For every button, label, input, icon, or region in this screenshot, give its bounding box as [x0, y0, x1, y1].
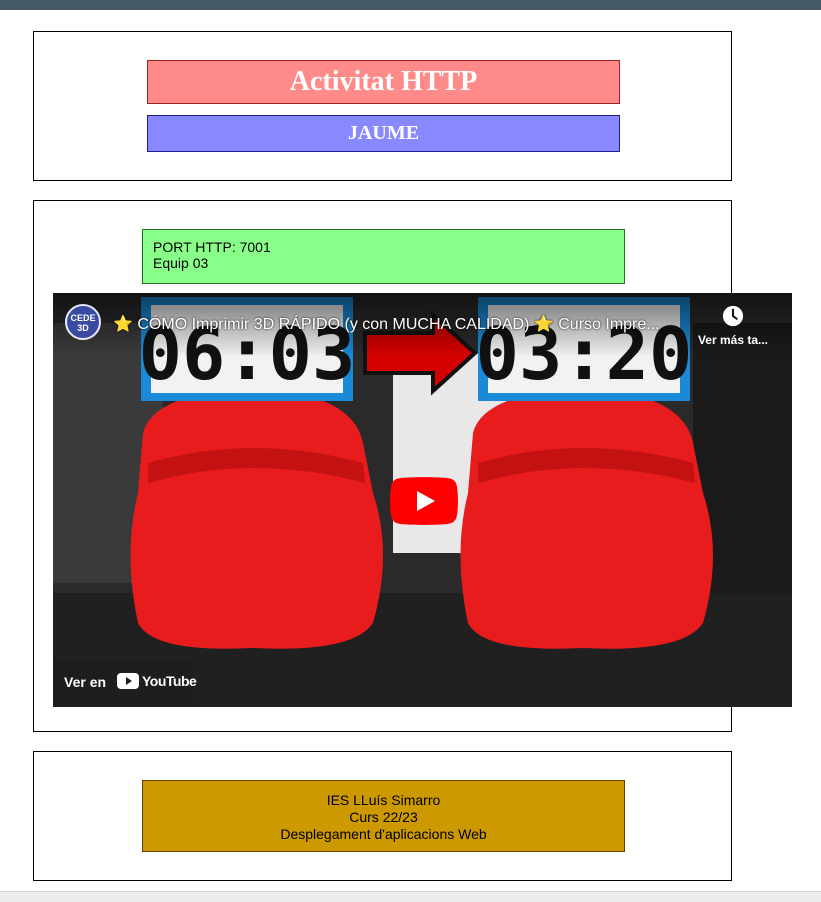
- server-info-box: PORT HTTP: 7001 Equip 03: [142, 229, 625, 284]
- team-line: Equip 03: [153, 255, 209, 271]
- youtube-wordmark: YouTube: [142, 673, 197, 689]
- video-title-suffix: Curso Impre...: [558, 316, 660, 333]
- star-icon: ⭐: [533, 316, 554, 333]
- play-icon[interactable]: [390, 477, 458, 525]
- footer-section: IES LLuís Simarro Curs 22/23 Desplegamen…: [33, 751, 732, 881]
- video-title[interactable]: ⭐ CÓMO Imprimir 3D RÁPIDO (y con MUCHA C…: [113, 314, 688, 334]
- page-title: Activitat HTTP: [147, 60, 620, 104]
- watch-later-label: Ver más ta...: [697, 333, 769, 347]
- browser-bottom-bar: [0, 891, 821, 902]
- subject-name: Desplegament d'aplicacions Web: [280, 826, 487, 842]
- channel-avatar[interactable]: CEDE 3D: [65, 304, 101, 340]
- course-year: Curs 22/23: [349, 809, 418, 825]
- star-icon: ⭐: [113, 316, 133, 333]
- watch-later-button[interactable]: Ver más ta...: [693, 305, 773, 349]
- video-title-text: CÓMO Imprimir 3D RÁPIDO (y con MUCHA CAL…: [137, 316, 530, 333]
- header-section: Activitat HTTP JAUME: [33, 31, 732, 181]
- footer-info-box: IES LLuís Simarro Curs 22/23 Desplegamen…: [142, 780, 625, 852]
- watch-on-label: Ver en: [64, 674, 107, 690]
- youtube-embed[interactable]: 06:03 03:20 CEDE 3D ⭐ CÓMO Imprimir 3D R…: [53, 293, 792, 707]
- browser-top-bar: [0, 0, 821, 10]
- port-line: PORT HTTP: 7001: [153, 239, 271, 255]
- youtube-logo-icon: [117, 673, 139, 689]
- school-name: IES LLuís Simarro: [326, 792, 441, 808]
- clock-icon: [722, 305, 744, 327]
- student-name: JAUME: [147, 115, 620, 152]
- watch-on-youtube-button[interactable]: Ver en YouTube: [53, 659, 197, 707]
